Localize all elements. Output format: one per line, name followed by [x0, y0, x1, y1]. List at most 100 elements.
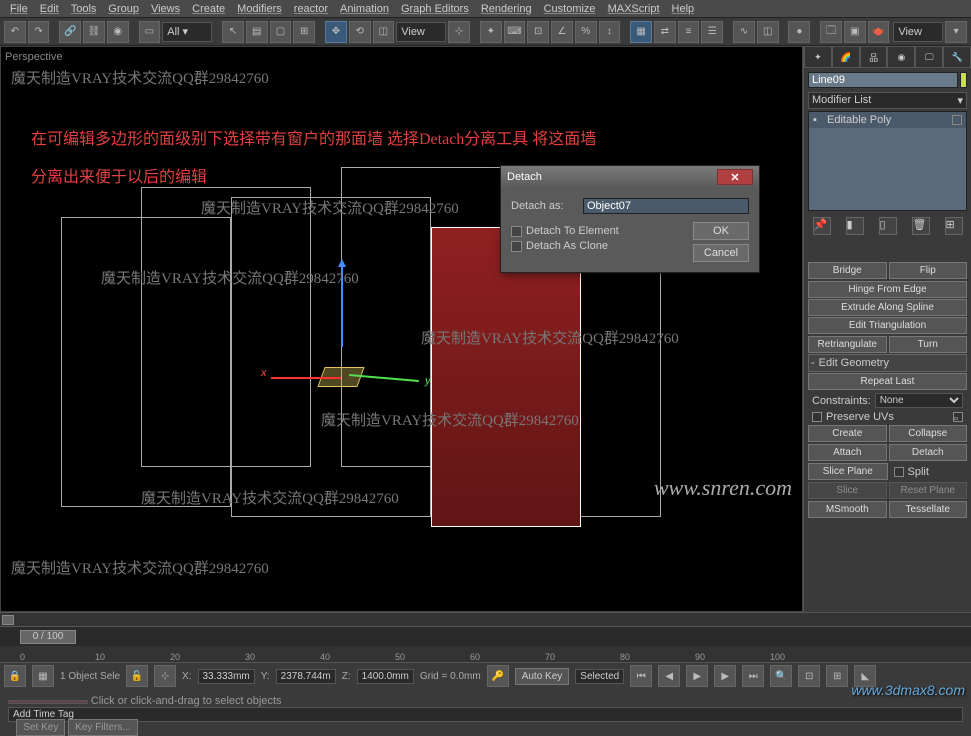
slice-plane-button[interactable]: Slice Plane: [808, 463, 888, 480]
tab-modify-icon[interactable]: 🌈: [832, 46, 860, 68]
constraints-dropdown[interactable]: None: [875, 393, 963, 408]
snap-icon[interactable]: ⊡: [527, 21, 549, 43]
keyfilters-button[interactable]: Key Filters...: [68, 719, 138, 736]
tab-create-icon[interactable]: ✦: [804, 46, 832, 68]
close-icon[interactable]: ✕: [717, 169, 753, 185]
ref-coord[interactable]: View: [396, 22, 446, 42]
tessellate-button[interactable]: Tessellate: [889, 501, 968, 518]
play-icon[interactable]: ▶: [686, 665, 708, 687]
menu-file[interactable]: File: [4, 3, 34, 15]
render-frame-icon[interactable]: ▣: [844, 21, 866, 43]
key-icon[interactable]: 🔑: [487, 665, 509, 687]
detach-as-field[interactable]: [583, 198, 749, 214]
configure-icon[interactable]: ⊞: [945, 217, 963, 235]
lock-selection-icon[interactable]: 🔓: [126, 665, 148, 687]
pin-stack-icon[interactable]: 📌: [813, 217, 831, 235]
quick-render-icon[interactable]: 🫖: [868, 21, 890, 43]
menu-group[interactable]: Group: [102, 3, 145, 15]
window-crossing-icon[interactable]: ⊞: [293, 21, 315, 43]
expand-icon[interactable]: ▪: [813, 114, 823, 126]
menu-animation[interactable]: Animation: [334, 3, 395, 15]
modifier-list-dropdown[interactable]: Modifier List▾: [808, 92, 967, 109]
collapse-button[interactable]: Collapse: [889, 425, 968, 442]
menu-tools[interactable]: Tools: [65, 3, 103, 15]
menu-reactor[interactable]: reactor: [288, 3, 334, 15]
modifier-row[interactable]: ▪ Editable Poly: [809, 112, 966, 128]
y-coord-field[interactable]: 2378.744m: [276, 669, 336, 684]
zoom-icon[interactable]: 🔍: [770, 665, 792, 687]
selection-filter[interactable]: All ▾: [162, 22, 212, 42]
next-frame-icon[interactable]: ▶: [714, 665, 736, 687]
tab-hierarchy-icon[interactable]: 品: [860, 46, 888, 68]
tab-display-icon[interactable]: 🖵: [915, 46, 943, 68]
retriangulate-button[interactable]: Retriangulate: [808, 336, 887, 353]
object-name-field[interactable]: [808, 72, 958, 88]
menu-grapheditors[interactable]: Graph Editors: [395, 3, 475, 15]
x-coord-field[interactable]: 33.333mm: [198, 669, 255, 684]
manip-icon[interactable]: ✦: [480, 21, 502, 43]
edit-geometry-rollout[interactable]: -Edit Geometry: [808, 354, 967, 372]
keyboard-icon[interactable]: ⌨: [504, 21, 526, 43]
make-unique-icon[interactable]: ▯: [879, 217, 897, 235]
setkey-button[interactable]: Set Key: [16, 719, 65, 736]
schematic-icon[interactable]: ◫: [757, 21, 779, 43]
menu-views[interactable]: Views: [145, 3, 186, 15]
detach-as-clone-checkbox[interactable]: [511, 241, 522, 252]
turn-button[interactable]: Turn: [889, 336, 968, 353]
preserve-uvs-checkbox[interactable]: [812, 412, 822, 422]
time-slider[interactable]: 0 / 100: [0, 626, 971, 646]
object-color-swatch[interactable]: [960, 72, 967, 88]
edit-tri-button[interactable]: Edit Triangulation: [808, 317, 967, 334]
named-sel-icon[interactable]: ▦: [630, 21, 652, 43]
menu-edit[interactable]: Edit: [34, 3, 65, 15]
modifier-toggle[interactable]: [952, 115, 962, 125]
select-region-icon[interactable]: ▢: [270, 21, 292, 43]
link-icon[interactable]: 🔗: [59, 21, 81, 43]
detach-to-element-checkbox[interactable]: [511, 226, 522, 237]
render-setup-icon[interactable]: 🗔: [820, 21, 842, 43]
curve-editor-icon[interactable]: ∿: [733, 21, 755, 43]
repeat-last-button[interactable]: Repeat Last: [808, 373, 967, 390]
move-icon[interactable]: ✥: [325, 21, 347, 43]
menu-customize[interactable]: Customize: [538, 3, 602, 15]
goto-end-icon[interactable]: ⏭: [742, 665, 764, 687]
rotate-icon[interactable]: ⟲: [349, 21, 371, 43]
zoom-all-icon[interactable]: ⊡: [798, 665, 820, 687]
lock-icon[interactable]: 🔒: [4, 665, 26, 687]
split-checkbox[interactable]: [894, 467, 904, 477]
unlink-icon[interactable]: ⛓: [83, 21, 105, 43]
bind-icon[interactable]: ◉: [107, 21, 129, 43]
remove-mod-icon[interactable]: 🗑: [912, 217, 930, 235]
goto-start-icon[interactable]: ⏮: [630, 665, 652, 687]
horizontal-scrollbar[interactable]: [0, 612, 971, 626]
create-button[interactable]: Create: [808, 425, 887, 442]
menu-help[interactable]: Help: [666, 3, 701, 15]
x-axis-icon[interactable]: [271, 377, 341, 379]
tab-motion-icon[interactable]: ◉: [887, 46, 915, 68]
attach-button[interactable]: Attach: [808, 444, 887, 461]
spinner-snap-icon[interactable]: ↕: [599, 21, 621, 43]
view-opts-icon[interactable]: ▾: [945, 21, 967, 43]
key-mode-dropdown[interactable]: Selected: [575, 669, 624, 684]
show-end-icon[interactable]: ▮: [846, 217, 864, 235]
extrude-spline-button[interactable]: Extrude Along Spline: [808, 299, 967, 316]
scale-icon[interactable]: ◫: [373, 21, 395, 43]
tab-utilities-icon[interactable]: 🔧: [943, 46, 971, 68]
abs-rel-icon[interactable]: ⊹: [154, 665, 176, 687]
align-icon[interactable]: ≡: [678, 21, 700, 43]
pivot-icon[interactable]: ⊹: [448, 21, 470, 43]
detach-button[interactable]: Detach: [889, 444, 968, 461]
autokey-button[interactable]: Auto Key: [515, 668, 570, 685]
time-slider-thumb[interactable]: 0 / 100: [20, 630, 76, 644]
modifier-stack[interactable]: ▪ Editable Poly: [808, 111, 967, 211]
material-icon[interactable]: ●: [788, 21, 810, 43]
zoom-extents-icon[interactable]: ⊞: [826, 665, 848, 687]
view-dropdown[interactable]: View: [893, 22, 943, 42]
select-name-icon[interactable]: ▤: [246, 21, 268, 43]
prev-frame-icon[interactable]: ◀: [658, 665, 680, 687]
menu-rendering[interactable]: Rendering: [475, 3, 538, 15]
preserve-opts-icon[interactable]: ▫: [953, 412, 963, 422]
ok-button[interactable]: OK: [693, 222, 749, 240]
percent-snap-icon[interactable]: %: [575, 21, 597, 43]
msmooth-button[interactable]: MSmooth: [808, 501, 887, 518]
